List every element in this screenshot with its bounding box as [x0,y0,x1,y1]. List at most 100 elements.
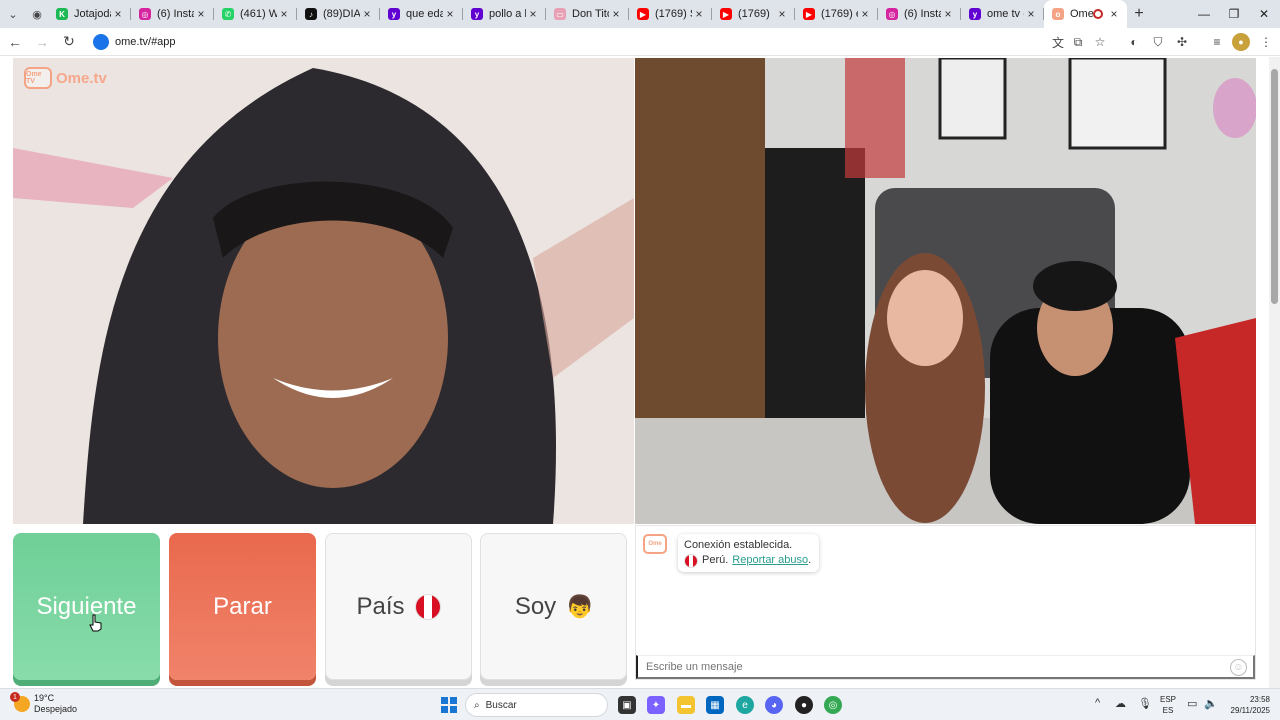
browser-tab[interactable]: ♪ (89)DIA 2× [297,0,380,28]
local-video: Ome TV Ome.tv [13,58,634,524]
browser-tab[interactable]: ◎ (6) Instagr× [131,0,214,28]
system-clock[interactable]: 23:58 29/11/2025 [1226,694,1270,716]
tab-title: (89)DIA 2 [323,8,360,20]
language-indicator[interactable]: ESP ES [1160,694,1176,716]
media-queue-icon[interactable]: ≡ [1208,33,1226,51]
discord-icon[interactable]: ◕ [765,696,783,714]
tab-search-chevron-icon[interactable]: ⌄ [0,0,26,28]
edge-browser-icon[interactable]: e [736,696,754,714]
app-icon[interactable]: ● [795,696,813,714]
restore-window-button[interactable]: ❐ [1219,0,1249,28]
browser-tab[interactable]: ✆ (461) Wha× [214,0,297,28]
message-input[interactable] [636,655,1255,679]
close-tab-icon[interactable]: × [1024,7,1038,21]
browser-tab[interactable]: ▶ (1769) So× [629,0,712,28]
page-scrollbar[interactable] [1269,57,1280,688]
page-scrollbar-thumb[interactable] [1271,69,1278,304]
close-tab-icon[interactable]: × [194,7,208,21]
browser-tab[interactable]: y ome tv - × [961,0,1044,28]
tab-title: ome tv - [987,8,1024,20]
browser-tab[interactable]: ◎ (6) Instag× [878,0,961,28]
gender-button-label: Soy [514,592,557,620]
notification-badge: 1 [10,692,20,702]
close-tab-icon[interactable]: × [1107,7,1121,21]
peru-flag-icon [414,593,441,620]
browser-menu-icon[interactable]: ⋮ [1257,33,1275,51]
close-tab-icon[interactable]: × [443,7,457,21]
display-icon[interactable]: ▭ [1187,697,1197,710]
chrome-browser-icon[interactable]: ◎ [824,696,842,714]
extension-profile-icon[interactable]: ◐ [1125,33,1143,51]
volume-icon[interactable]: 🔈 [1204,697,1218,710]
tab-title: (461) Wha [240,8,277,20]
browser-tab[interactable]: ▭ Don Tito × [546,0,629,28]
close-window-button[interactable]: ✕ [1249,0,1279,28]
tab-title: Ome [1070,8,1093,20]
extensions-puzzle-icon[interactable]: ✣ [1173,33,1191,51]
chat-panel: Ome Conexión establecida. Perú. Reportar… [635,525,1256,680]
country-button[interactable]: País [325,533,472,680]
new-tab-button[interactable]: + [1127,5,1151,23]
tab-title: (6) Instagr [157,8,194,20]
close-tab-icon[interactable]: × [609,7,623,21]
profile-avatar-icon[interactable]: ● [1232,33,1250,51]
start-windows-icon[interactable] [441,697,457,713]
microsoft-store-icon[interactable]: ▦ [706,696,724,714]
close-tab-icon[interactable]: × [360,7,374,21]
microphone-icon[interactable]: 🎙 [1138,697,1152,710]
ometv-app: Ome TV Ome.tv Siguiente Parar País Soy 👦… [0,57,1280,688]
tab-title: (1769) So [655,8,692,20]
task-view-icon[interactable]: ▣ [618,696,636,714]
hand-cursor-icon [89,614,102,632]
close-tab-icon[interactable]: × [277,7,291,21]
file-explorer-icon[interactable]: ▬ [677,696,695,714]
stop-button[interactable]: Parar [169,533,316,680]
ometv-logo-mark: Ome TV [24,67,52,89]
site-info-icon[interactable] [93,33,109,50]
gender-button[interactable]: Soy 👦 [480,533,627,680]
translate-icon[interactable]: 文 [1049,33,1067,51]
taskbar-search[interactable]: ⌕ Buscar [465,693,608,717]
weather-widget[interactable]: 1 19°C Despejado [10,692,78,715]
tab-title: Jotajoda [74,8,111,20]
next-button-label: Siguiente [36,592,137,620]
shield-extension-icon[interactable]: ⛉ [1149,33,1167,51]
browser-tab[interactable]: ▶ (1769) × [712,0,795,28]
close-tab-icon[interactable]: × [858,7,872,21]
next-button[interactable]: Siguiente [13,533,160,680]
report-abuse-link[interactable]: Reportar abuso [732,553,808,568]
tab-title: (1769) [738,8,770,20]
tab-favicon-icon: ♪ [305,8,317,20]
close-tab-icon[interactable]: × [692,7,706,21]
back-button[interactable]: ← [3,30,27,54]
browser-tab[interactable]: ▶ (1769) efe× [795,0,878,28]
bookmark-star-icon[interactable]: ☆ [1091,33,1109,51]
close-tab-icon[interactable]: × [775,7,789,21]
cast-icon[interactable]: ⧉ [1069,33,1087,51]
close-tab-icon[interactable]: × [526,7,540,21]
minimize-window-button[interactable]: — [1189,0,1219,28]
tab-favicon-icon: ▶ [637,8,649,20]
emoji-picker-icon[interactable]: ☺ [1230,659,1247,676]
tab-title: que edad [406,8,443,20]
weather-description: Despejado [34,704,78,714]
browser-tab[interactable]: K Jotajoda× [48,0,131,28]
show-hidden-icons-icon[interactable]: ^ [1095,697,1100,709]
onedrive-icon[interactable]: ☁ [1115,697,1126,710]
forward-button[interactable]: → [30,30,54,54]
tab-favicon-icon: ✆ [222,8,234,20]
weather-temperature: 19°C [34,693,55,703]
browser-tab[interactable]: y que edad× [380,0,463,28]
copilot-icon[interactable]: ✦ [647,696,665,714]
tab-favicon-icon: y [388,8,400,20]
browser-tab[interactable]: o Ome × [1044,0,1127,28]
ometv-logo[interactable]: Ome TV Ome.tv [24,67,107,89]
clock-date: 29/11/2025 [1230,706,1270,715]
tab-group-icon[interactable]: ◉ [26,0,48,28]
address-bar[interactable]: ome.tv/#app [115,36,176,48]
browser-tab[interactable]: y pollo a la× [463,0,546,28]
reload-button[interactable]: ↻ [57,30,81,54]
close-tab-icon[interactable]: × [111,7,125,21]
local-video-frame [13,58,634,524]
close-tab-icon[interactable]: × [941,7,955,21]
